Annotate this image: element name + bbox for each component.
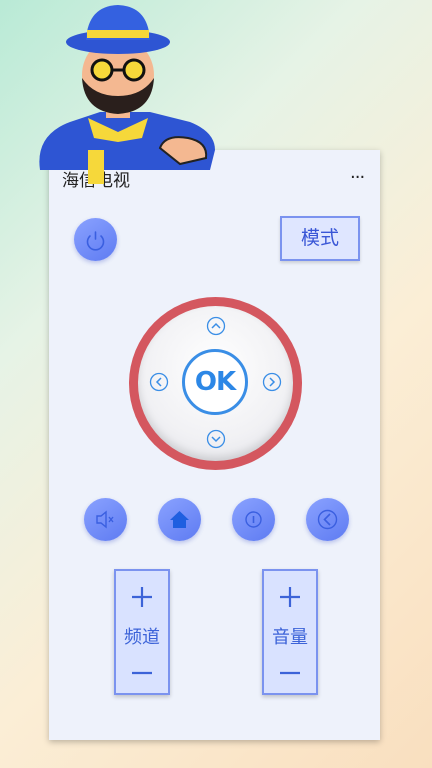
volume-down-button[interactable] (278, 661, 302, 685)
mascot-illustration (39, 5, 215, 184)
channel-down-button[interactable] (130, 661, 154, 685)
chevron-right-icon[interactable] (262, 372, 282, 392)
speaker-mute-icon (96, 510, 114, 529)
chevron-up-icon[interactable] (206, 316, 226, 336)
menu-button[interactable] (232, 498, 275, 541)
mode-button[interactable]: 模式 (280, 216, 360, 261)
mute-button[interactable] (84, 498, 127, 541)
more-menu-button[interactable]: ··· (350, 167, 365, 188)
info-circle-icon (245, 511, 262, 528)
volume-up-button[interactable] (278, 585, 302, 609)
channel-rocker: 频道 (114, 569, 170, 695)
back-arrow-icon (317, 509, 338, 530)
power-button[interactable] (74, 218, 117, 261)
channel-up-button[interactable] (130, 585, 154, 609)
back-button[interactable] (306, 498, 349, 541)
volume-label: 音量 (272, 627, 308, 648)
chevron-left-icon[interactable] (149, 372, 169, 392)
chevron-down-icon[interactable] (206, 429, 226, 449)
volume-rocker: 音量 (262, 569, 318, 695)
home-icon (170, 511, 189, 528)
ok-button[interactable]: OK (182, 349, 248, 415)
home-button[interactable] (158, 498, 201, 541)
power-icon (86, 231, 105, 251)
channel-label: 频道 (124, 627, 160, 648)
